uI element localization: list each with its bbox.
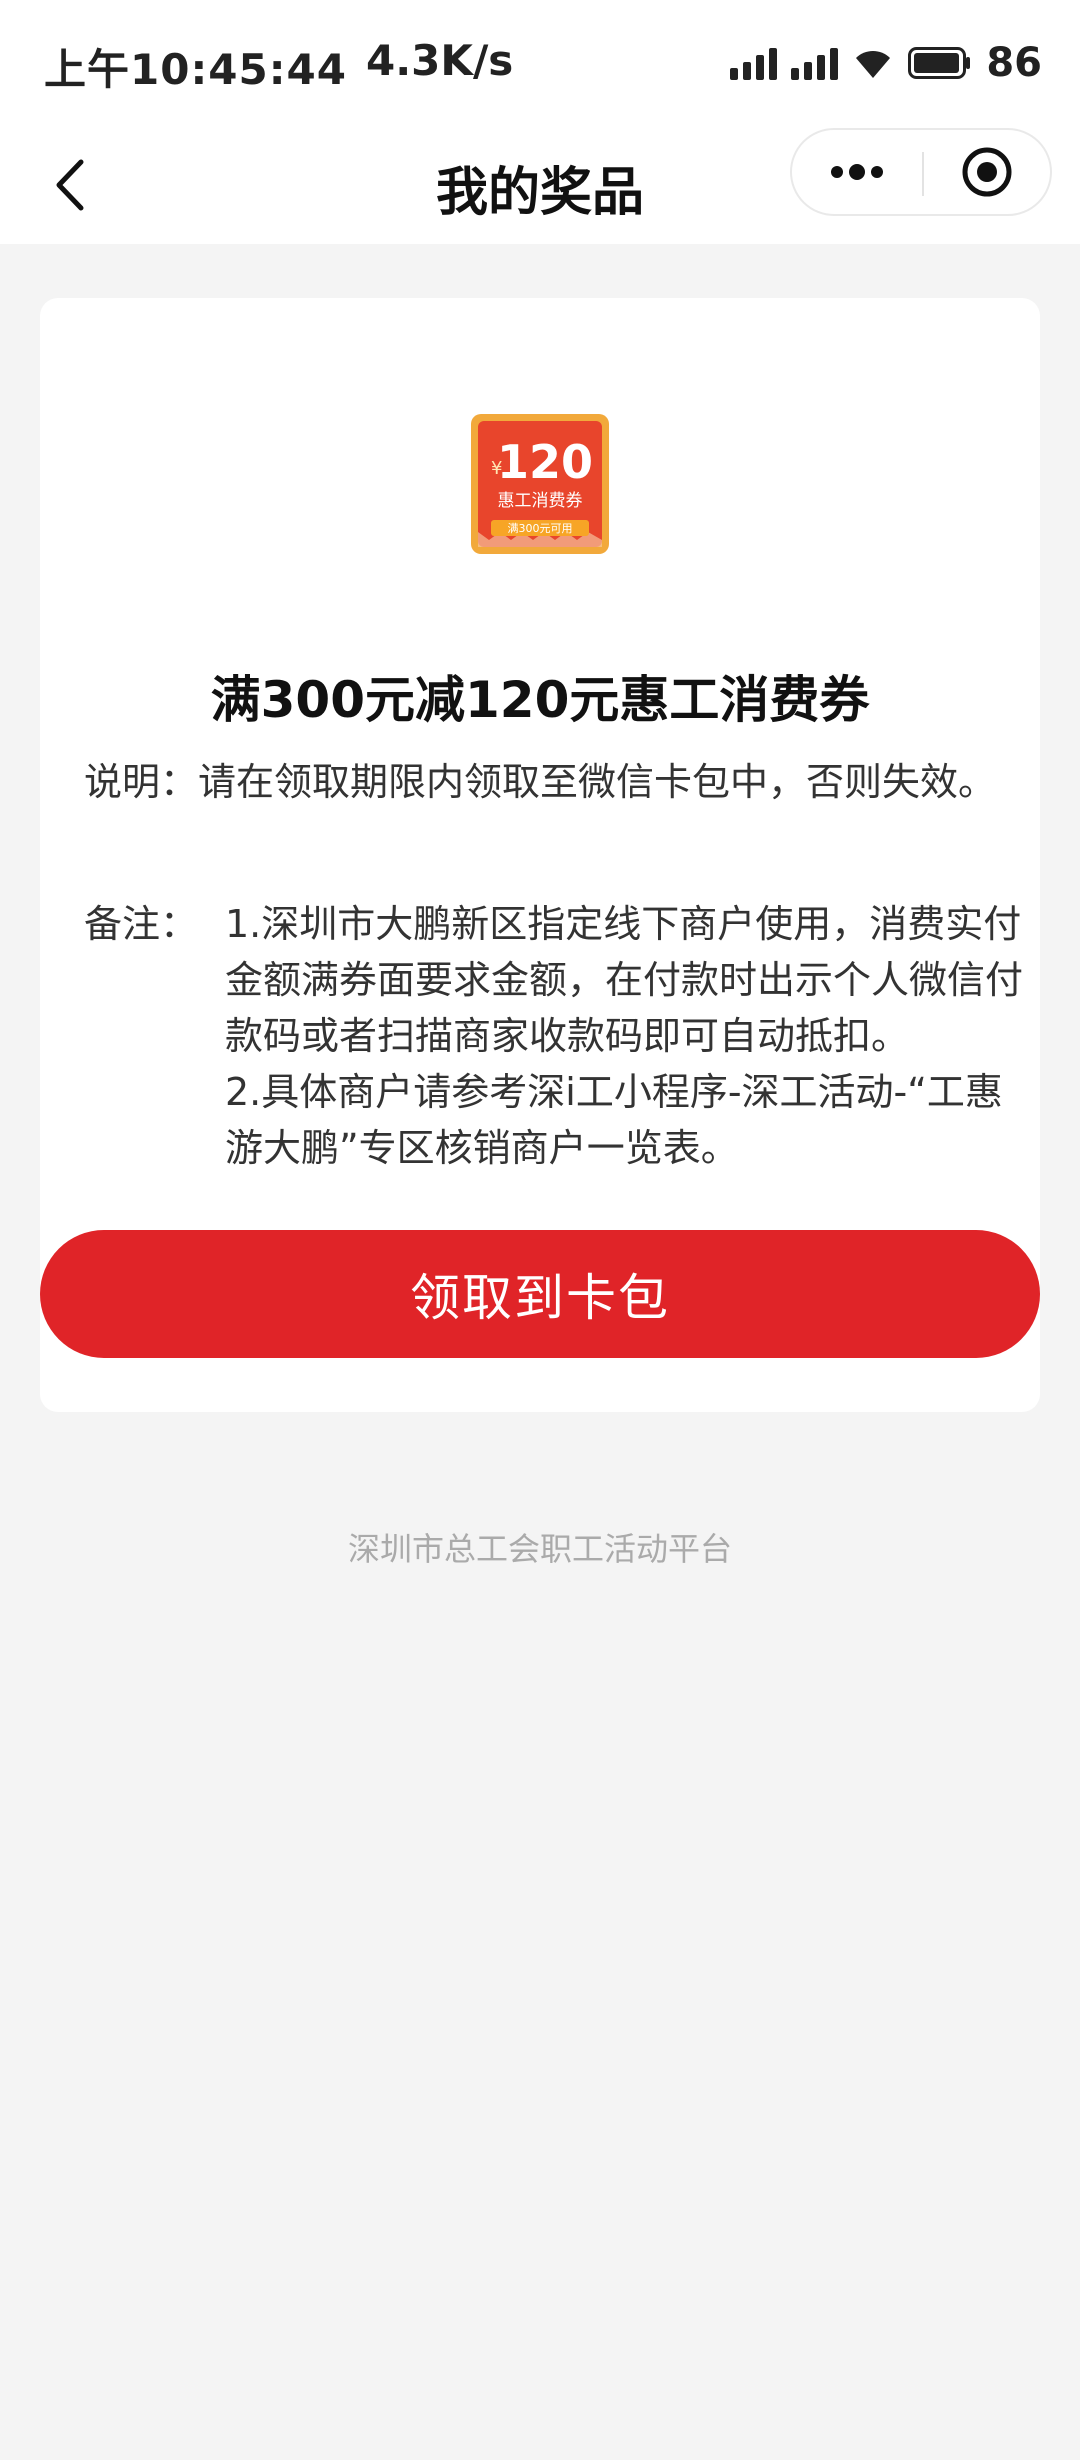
claim-to-card-wallet-button[interactable]: 领取到卡包 bbox=[40, 1230, 1040, 1358]
battery-level: 86 bbox=[986, 40, 1042, 86]
signal-icon-2 bbox=[791, 46, 839, 80]
coupon-badge-name: 惠工消费券 bbox=[498, 491, 583, 511]
note-line-1: 1.深圳市大鹏新区指定线下商户使用，消费实付金额满券面要求金额，在付款时出示个人… bbox=[225, 902, 1024, 1058]
nav-bar: 我的奖品 bbox=[0, 128, 1080, 244]
coupon-image: ¥ 120 惠工消费券 满300元可用 bbox=[469, 412, 611, 556]
prize-card: ¥ 120 惠工消费券 满300元可用 满300元减120元惠工消费券 说明：请… bbox=[40, 298, 1040, 1412]
footer-text: 深圳市总工会职工活动平台 bbox=[347, 1530, 732, 1568]
mini-program-capsule bbox=[790, 128, 1052, 216]
note-body: 1.深圳市大鹏新区指定线下商户使用，消费实付金额满券面要求金额，在付款时出示个人… bbox=[225, 896, 1035, 1176]
signal-icon bbox=[730, 46, 778, 80]
wifi-icon bbox=[852, 46, 894, 80]
more-button[interactable] bbox=[792, 130, 922, 214]
coupon-description: 说明：请在领取期限内领取至微信卡包中，否则失效。 bbox=[84, 760, 997, 804]
target-close-icon bbox=[962, 147, 1012, 197]
network-speed: 4.3K/s bbox=[366, 36, 514, 85]
status-bar: 上午10:45:44 4.3K/s 86 bbox=[0, 0, 1080, 128]
close-button[interactable] bbox=[924, 130, 1050, 214]
battery-icon bbox=[908, 47, 972, 79]
coupon-title: 满300元减120元惠工消费券 bbox=[210, 671, 870, 729]
status-time: 上午10:45:44 bbox=[44, 45, 347, 94]
note-line-2: 2.具体商户请参考深i工小程序-深工活动-“工惠游大鹏”专区核销商户一览表。 bbox=[225, 1070, 1003, 1170]
more-dots-icon bbox=[831, 164, 883, 180]
status-icons: 86 bbox=[730, 40, 1042, 86]
coupon-badge-condition: 满300元可用 bbox=[508, 522, 573, 535]
note-label: 备注： bbox=[84, 902, 199, 946]
coupon-amount: 120 bbox=[497, 435, 593, 489]
